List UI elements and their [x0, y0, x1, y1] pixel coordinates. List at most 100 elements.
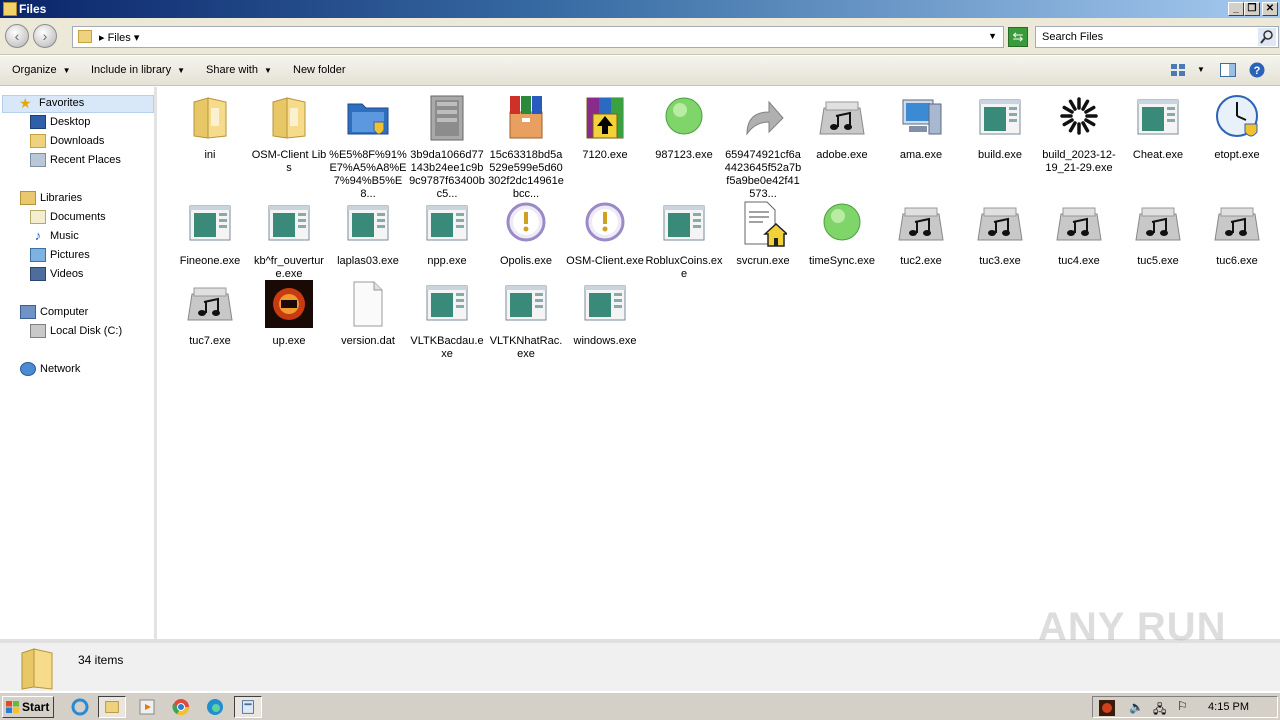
- file-name: adobe.exe: [816, 149, 868, 161]
- file-name: Opolis.exe: [500, 255, 552, 267]
- nav-videos[interactable]: Videos: [30, 267, 83, 285]
- close-button[interactable]: ✕: [1262, 2, 1278, 16]
- edge-icon[interactable]: [201, 696, 229, 718]
- file-name: VLTKNhatRac.exe: [489, 335, 563, 360]
- star-icon: ★: [19, 95, 32, 111]
- file-name: windows.exe: [573, 335, 637, 347]
- nav-desktop[interactable]: Desktop: [30, 115, 90, 133]
- audio-file-icon: [1214, 207, 1260, 241]
- clock[interactable]: 4:15 PM: [1208, 701, 1249, 713]
- volume-icon[interactable]: 🔈: [1129, 700, 1144, 714]
- folder-icon: [78, 30, 92, 43]
- navigation-pane: ★ Favorites Desktop Downloads Recent Plac…: [0, 87, 157, 639]
- file-name: kb^fr_ouverture.exe: [254, 255, 324, 280]
- desktop-icon: [30, 115, 46, 129]
- search-box[interactable]: [1035, 26, 1279, 48]
- shortcut-arrow-icon: [746, 100, 784, 136]
- package-icon: [509, 96, 543, 139]
- taskbar: Start 🔈 🖧 ⚐ 4:15 PM: [0, 692, 1280, 720]
- audio-file-icon: [977, 207, 1023, 241]
- command-bar: Organize ▼ Include in library ▼ Share with…: [0, 56, 1280, 86]
- network-icon: [20, 362, 36, 376]
- folder-icon: [3, 2, 17, 16]
- app-window-icon: [347, 205, 389, 241]
- game-logo-icon: [265, 280, 313, 328]
- organize-button[interactable]: Organize ▼: [12, 64, 71, 76]
- chevron-down-icon[interactable]: ▼: [988, 31, 997, 41]
- svg-text:?: ?: [1254, 65, 1261, 77]
- breadcrumb[interactable]: ▸ Files ▾: [99, 31, 139, 44]
- include-in-library-button[interactable]: Include in library ▼: [91, 64, 185, 76]
- search-input[interactable]: [1042, 30, 1252, 44]
- recent-places-icon: [30, 153, 46, 167]
- app-window-icon: [1137, 99, 1179, 135]
- file-name: tuc2.exe: [900, 255, 942, 267]
- explorer-icon[interactable]: [98, 696, 126, 718]
- green-circle-icon: [665, 97, 703, 135]
- nav-music[interactable]: ♪ Music: [30, 229, 79, 247]
- minimize-button[interactable]: _: [1228, 2, 1244, 16]
- file-name: Fineone.exe: [179, 255, 241, 267]
- back-button[interactable]: ‹: [5, 24, 29, 48]
- document-house-icon: [744, 201, 787, 247]
- file-name: RobluxCoins.exe: [645, 255, 723, 280]
- file-name: build_2023-12-19_21-29.exe: [1042, 149, 1116, 174]
- drive-icon: [30, 324, 46, 338]
- view-options-icon[interactable]: [1170, 63, 1186, 77]
- nav-favorites[interactable]: ★ Favorites: [2, 95, 154, 113]
- chrome-icon[interactable]: [167, 696, 195, 718]
- nav-local-disk[interactable]: Local Disk (C:): [30, 324, 122, 342]
- nav-documents[interactable]: Documents: [30, 210, 106, 228]
- green-circle-icon: [823, 203, 861, 241]
- clock-icon: [1216, 95, 1258, 137]
- file-name: 15c63318bd5a529e599e5d60302f2dc14961ebcc…: [488, 149, 564, 200]
- file-name: svcrun.exe: [736, 255, 790, 267]
- share-with-button[interactable]: Share with ▼: [206, 64, 272, 76]
- audio-file-icon: [898, 207, 944, 241]
- chevron-down-icon[interactable]: ▼: [1197, 65, 1205, 74]
- preview-pane-icon[interactable]: [1220, 63, 1236, 77]
- file-name: timeSync.exe: [808, 255, 876, 267]
- restore-button[interactable]: ❐: [1244, 2, 1260, 16]
- search-icon[interactable]: [1258, 28, 1276, 46]
- file-name: tuc5.exe: [1137, 255, 1179, 267]
- address-bar[interactable]: ▸ Files ▾ ▼: [72, 26, 1004, 48]
- winrar-icon: [586, 97, 624, 139]
- game-logo-icon[interactable]: [1099, 700, 1115, 716]
- action-center-flag-icon[interactable]: ⚐: [1177, 699, 1188, 713]
- network-tray-icon[interactable]: 🖧: [1153, 700, 1166, 720]
- new-folder-button[interactable]: New folder: [293, 64, 346, 76]
- file-list: ini OSM-Client Libs %E5%8F%91%E7%A5%A8%E7%…: [160, 87, 1280, 639]
- start-button[interactable]: Start: [2, 696, 54, 718]
- folder-icon: [21, 648, 53, 690]
- warning-circle-icon: [585, 202, 625, 242]
- nav-network[interactable]: Network: [20, 362, 80, 380]
- app-window-icon: [268, 205, 310, 241]
- file-name: tuc6.exe: [1216, 255, 1258, 267]
- nav-downloads[interactable]: Downloads: [30, 134, 104, 152]
- nav-recent-places[interactable]: Recent Places: [30, 153, 121, 171]
- libraries-icon: [20, 191, 36, 205]
- forward-button[interactable]: ›: [33, 24, 57, 48]
- audio-file-icon: [819, 101, 865, 135]
- grey-archive-icon: [430, 95, 464, 141]
- file-name: tuc4.exe: [1058, 255, 1100, 267]
- nav-pictures[interactable]: Pictures: [30, 248, 90, 266]
- file-name: version.dat: [341, 335, 395, 347]
- nav-computer[interactable]: Computer: [20, 305, 88, 323]
- app-window-icon: [663, 205, 705, 241]
- file-name: OSM-Client Libs: [251, 149, 327, 174]
- media-player-icon[interactable]: [133, 696, 161, 718]
- ie-icon[interactable]: [66, 696, 94, 718]
- app-window-icon: [189, 205, 231, 241]
- title-bar: Files _ ❐ ✕: [0, 0, 1280, 18]
- file-name: 659474921cf6a4423645f52a7bf5a9be0e42f415…: [724, 149, 802, 200]
- music-icon: ♪: [34, 228, 42, 243]
- nav-libraries[interactable]: Libraries: [20, 191, 82, 209]
- app-task-icon[interactable]: [234, 696, 262, 718]
- app-window-icon: [426, 205, 468, 241]
- file-name: npp.exe: [427, 255, 467, 267]
- refresh-button[interactable]: ⇆: [1008, 27, 1028, 47]
- audio-file-icon: [1056, 207, 1102, 241]
- help-icon[interactable]: ?: [1249, 62, 1265, 78]
